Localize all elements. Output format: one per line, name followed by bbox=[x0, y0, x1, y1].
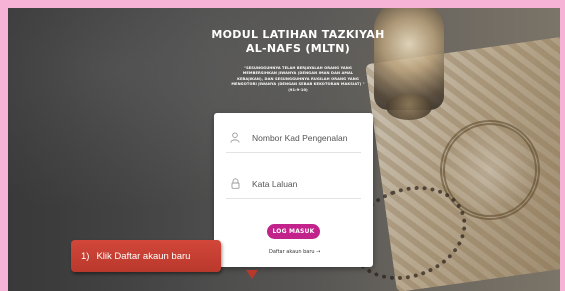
quran-quote: "SESUNGGUHNYA TELAH BERJAYALAH ORANG YAN… bbox=[208, 66, 388, 93]
instruction-callout: 1) Klik Daftar akaun baru bbox=[71, 240, 221, 272]
background-frame: MODUL LATIHAN TAZKIYAH AL-NAFS (MLTN) "S… bbox=[8, 8, 560, 291]
callout-pointer bbox=[246, 270, 258, 279]
quote-line4: MENGOTORI JIWANYA (DENGAN SEBAB KEKOTORA… bbox=[231, 82, 365, 87]
login-card: Nombor Kad Pengenalan Kata Laluan LOG MA… bbox=[214, 113, 373, 267]
login-button[interactable]: LOG MASUK bbox=[267, 224, 320, 239]
page-title: MODUL LATIHAN TAZKIYAH AL-NAFS (MLTN) bbox=[208, 28, 388, 56]
id-number-field[interactable]: Nombor Kad Pengenalan bbox=[226, 123, 361, 153]
register-link[interactable]: Daftar akaun baru → bbox=[269, 249, 320, 255]
user-icon bbox=[228, 131, 242, 145]
background-lantern-base bbox=[386, 94, 432, 120]
page-title-line2: AL-NAFS (MLTN) bbox=[245, 42, 351, 55]
callout-text: Klik Daftar akaun baru bbox=[96, 250, 191, 262]
id-number-placeholder: Nombor Kad Pengenalan bbox=[252, 132, 348, 143]
quote-reference: (91:9-10) bbox=[288, 87, 308, 92]
password-field[interactable]: Kata Laluan bbox=[226, 169, 361, 199]
password-placeholder: Kata Laluan bbox=[252, 178, 298, 189]
lock-icon bbox=[228, 177, 242, 191]
page-title-line1: MODUL LATIHAN TAZKIYAH bbox=[211, 28, 385, 41]
callout-number: 1) bbox=[81, 250, 90, 262]
